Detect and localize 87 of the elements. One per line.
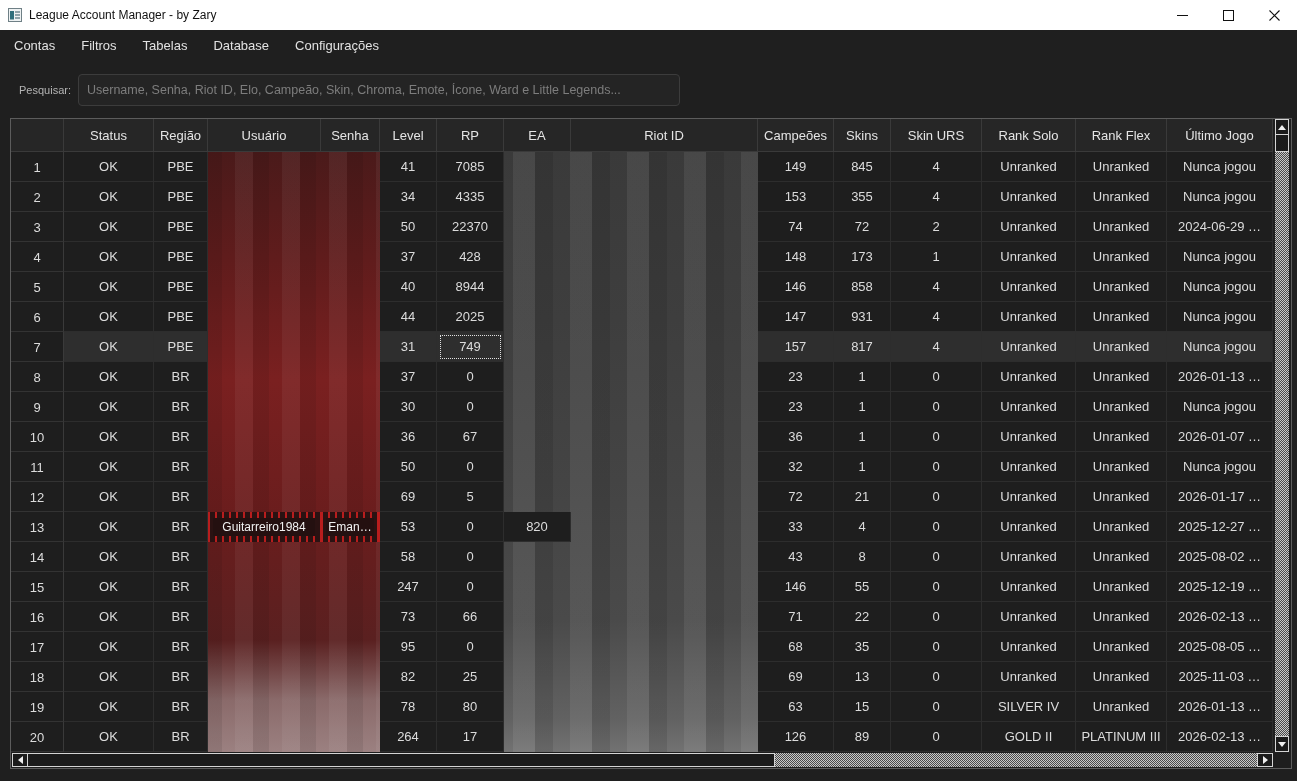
table-row[interactable]: OK BR 264 17 126 89 0 GOLD II PLATINUM III 2026-02-13 … bbox=[64, 722, 1273, 752]
redacted-text: Guitarreiro1984 bbox=[208, 512, 321, 542]
app-icon bbox=[8, 8, 22, 22]
table-row[interactable]: OK BR 95 0 68 35 0 Unranked Unranked 2025-08-05 … bbox=[64, 632, 1273, 662]
scroll-left-button[interactable] bbox=[12, 753, 28, 767]
maximize-icon bbox=[1222, 9, 1234, 21]
row-header[interactable]: 5 bbox=[11, 272, 64, 302]
window-title: League Account Manager - by Zary bbox=[29, 8, 217, 22]
table-cell: 126 bbox=[758, 722, 834, 752]
table-row[interactable]: OK PBE 31 749 157 817 4 Unranked Unranked Nunca jogou bbox=[64, 332, 1273, 362]
column-header[interactable]: Rank Flex bbox=[1076, 119, 1167, 152]
menu-item[interactable]: Tabelas bbox=[129, 30, 201, 60]
row-header[interactable]: 3 bbox=[11, 212, 64, 242]
down-arrow-icon bbox=[1278, 741, 1286, 747]
scroll-up-button[interactable] bbox=[1275, 119, 1289, 135]
row-header[interactable]: 11 bbox=[11, 452, 64, 482]
column-header[interactable]: Usuário bbox=[208, 119, 321, 152]
search-label: Pesquisar: bbox=[19, 83, 72, 96]
scrollbar-thumb[interactable] bbox=[1275, 135, 1289, 152]
column-header[interactable]: EA bbox=[504, 119, 571, 152]
row-header[interactable]: 6 bbox=[11, 302, 64, 332]
column-header[interactable]: Level bbox=[380, 119, 437, 152]
left-arrow-icon bbox=[17, 756, 23, 764]
table-cell: 0 bbox=[891, 722, 982, 752]
row-header[interactable]: 2 bbox=[11, 182, 64, 212]
table-row[interactable]: OK BR 58 0 43 8 0 Unranked Unranked 2025-08-02 … bbox=[64, 542, 1273, 572]
scrollbar-thumb[interactable] bbox=[28, 753, 775, 767]
column-header[interactable]: Campeões bbox=[758, 119, 834, 152]
table-row[interactable]: OK PBE 40 8944 146 858 4 Unranked Unranked Nunca jogou bbox=[64, 272, 1273, 302]
row-header[interactable]: 9 bbox=[11, 392, 64, 422]
menu-item[interactable]: Database bbox=[200, 30, 283, 60]
column-header[interactable]: Skin URS bbox=[891, 119, 982, 152]
row-header[interactable]: 4 bbox=[11, 242, 64, 272]
table-cell: OK bbox=[64, 722, 154, 752]
row-header[interactable]: 18 bbox=[11, 662, 64, 692]
row-header[interactable]: 15 bbox=[11, 572, 64, 602]
row-header[interactable]: 13 bbox=[11, 512, 64, 542]
table-cell: PLATINUM III bbox=[1076, 722, 1167, 752]
minimize-icon bbox=[1176, 14, 1188, 16]
close-icon bbox=[1268, 9, 1280, 21]
table-cell: 89 bbox=[834, 722, 891, 752]
table-row[interactable]: OK BR 82 25 69 13 0 Unranked Unranked 2025-11-03 … bbox=[64, 662, 1273, 692]
table-cell: GOLD II bbox=[982, 722, 1076, 752]
table-cell: BR bbox=[154, 722, 208, 752]
table-row[interactable]: OK BR Guitarreiro1984 Eman… 53 0 820 33 4 0 Unranked Unranked 2025-12-27 … bbox=[64, 512, 1273, 542]
row-header[interactable]: 1 bbox=[11, 152, 64, 182]
menu-item[interactable]: Contas bbox=[1, 30, 69, 60]
right-arrow-icon bbox=[1262, 756, 1268, 764]
table-cell: 17 bbox=[437, 722, 504, 752]
scroll-down-button[interactable] bbox=[1275, 736, 1289, 752]
table-row[interactable]: OK BR 73 66 71 22 0 Unranked Unranked 2026-02-13 … bbox=[64, 602, 1273, 632]
menu-item[interactable]: Configurações bbox=[282, 30, 392, 60]
table-row[interactable]: OK PBE 41 7085 149 845 4 Unranked Unranked Nunca jogou bbox=[64, 152, 1273, 182]
table-row[interactable]: OK BR 36 67 36 1 0 Unranked Unranked 2026-01-07 … bbox=[64, 422, 1273, 452]
table-row[interactable]: OK BR 69 5 72 21 0 Unranked Unranked 2026-01-17 … bbox=[64, 482, 1273, 512]
column-header[interactable]: Região bbox=[154, 119, 208, 152]
row-header[interactable]: 17 bbox=[11, 632, 64, 662]
menu-item[interactable]: Filtros bbox=[68, 30, 130, 60]
column-header[interactable]: RP bbox=[437, 119, 504, 152]
table-row[interactable]: OK PBE 37 428 148 173 1 Unranked Unranked Nunca jogou bbox=[64, 242, 1273, 272]
scroll-right-button[interactable] bbox=[1257, 753, 1273, 767]
row-header[interactable]: 8 bbox=[11, 362, 64, 392]
table-row[interactable]: OK PBE 50 22370 74 72 2 Unranked Unranked 2024-06-29 … bbox=[64, 212, 1273, 242]
table-row[interactable]: OK BR 30 0 23 1 0 Unranked Unranked Nunca jogou bbox=[64, 392, 1273, 422]
column-header[interactable]: Senha bbox=[321, 119, 380, 152]
row-header[interactable]: 14 bbox=[11, 542, 64, 572]
table-row[interactable]: OK PBE 34 4335 153 355 4 Unranked Unranked Nunca jogou bbox=[64, 182, 1273, 212]
table-cell: 264 bbox=[380, 722, 437, 752]
table-row[interactable]: OK BR 50 0 32 1 0 Unranked Unranked Nunca jogou bbox=[64, 452, 1273, 482]
table-row[interactable]: OK BR 37 0 23 1 0 Unranked Unranked 2026-01-13 … bbox=[64, 362, 1273, 392]
row-header[interactable]: 10 bbox=[11, 422, 64, 452]
column-header[interactable]: Skins bbox=[834, 119, 891, 152]
row-header[interactable]: 7 bbox=[11, 332, 64, 362]
row-header[interactable]: 19 bbox=[11, 692, 64, 722]
column-header[interactable]: Riot ID bbox=[571, 119, 758, 152]
row-header[interactable]: 16 bbox=[11, 602, 64, 632]
table-row[interactable]: OK PBE 44 2025 147 931 4 Unranked Unranked Nunca jogou bbox=[64, 302, 1273, 332]
row-header[interactable]: 12 bbox=[11, 482, 64, 512]
search-field[interactable]: Username, Senha, Riot ID, Elo, Campeão, Skin, Chroma, Emote, Ícone, Ward e Little Legends... bbox=[78, 73, 680, 106]
redacted-text: Eman… bbox=[321, 512, 380, 542]
column-header[interactable]: Último Jogo bbox=[1167, 119, 1273, 152]
column-header[interactable]: Rank Solo bbox=[982, 119, 1076, 152]
table-row[interactable]: OK BR 78 80 63 15 0 SILVER IV Unranked 2026-01-13 … bbox=[64, 692, 1273, 722]
table-row[interactable]: OK BR 247 0 146 55 0 Unranked Unranked 2025-12-19 … bbox=[64, 572, 1273, 602]
table-cell: 749 bbox=[437, 332, 504, 362]
row-header[interactable]: 20 bbox=[11, 722, 64, 752]
up-arrow-icon bbox=[1278, 124, 1286, 130]
